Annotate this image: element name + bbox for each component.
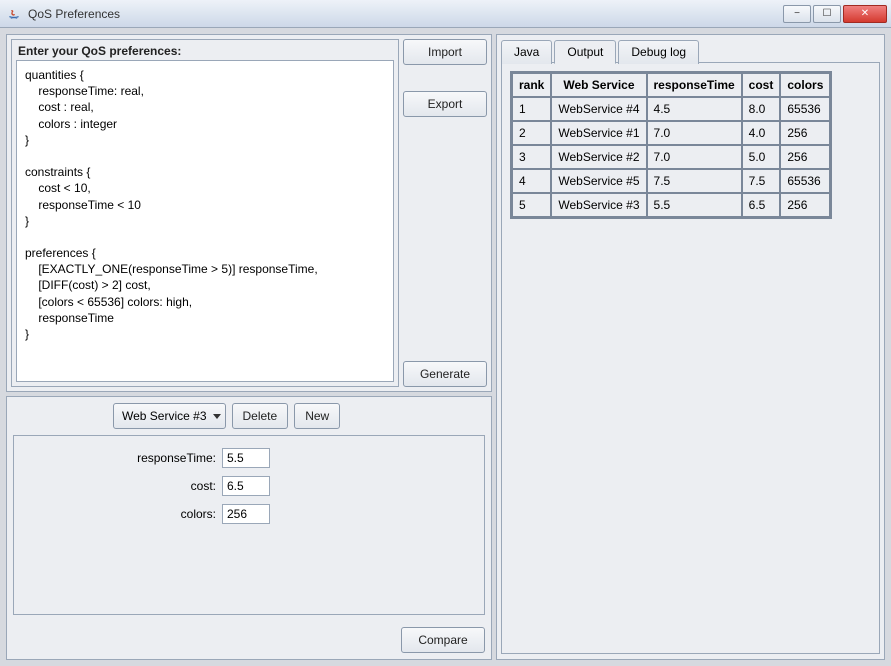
window-title: QoS Preferences: [28, 7, 783, 21]
table-row: 5 WebService #3 5.5 6.5 256: [512, 193, 830, 217]
tab-content-output: rank Web Service responseTime cost color…: [501, 62, 880, 654]
table-row: 1 WebService #4 4.5 8.0 65536: [512, 97, 830, 121]
cell: 256: [780, 121, 830, 145]
preferences-textarea[interactable]: [16, 60, 394, 382]
cell: WebService #3: [551, 193, 646, 217]
table-row: 3 WebService #2 7.0 5.0 256: [512, 145, 830, 169]
delete-button[interactable]: Delete: [232, 403, 289, 429]
cell: 65536: [780, 169, 830, 193]
th-webservice: Web Service: [551, 73, 646, 97]
export-button[interactable]: Export: [403, 91, 487, 117]
cell: WebService #1: [551, 121, 646, 145]
preferences-panel: Enter your QoS preferences: Import Expor…: [6, 34, 492, 392]
table-row: 2 WebService #1 7.0 4.0 256: [512, 121, 830, 145]
colors-label: colors:: [22, 507, 222, 521]
cost-input[interactable]: [222, 476, 270, 496]
window-controls: − ☐ ✕: [783, 5, 887, 23]
cell: 7.0: [647, 121, 742, 145]
table-row: 4 WebService #5 7.5 7.5 65536: [512, 169, 830, 193]
service-selector[interactable]: Web Service #3: [113, 403, 226, 429]
cell: 3: [512, 145, 551, 169]
cell: 8.0: [742, 97, 781, 121]
cell: WebService #2: [551, 145, 646, 169]
cell: 4.0: [742, 121, 781, 145]
minimize-button[interactable]: −: [783, 5, 811, 23]
service-selector-label: Web Service #3: [122, 409, 207, 423]
cell: 5.0: [742, 145, 781, 169]
service-editor-panel: Web Service #3 Delete New responseTime: …: [6, 396, 492, 660]
cell: 1: [512, 97, 551, 121]
cell: 7.0: [647, 145, 742, 169]
results-panel: Java Output Debug log rank Web Service r…: [496, 34, 885, 660]
new-button[interactable]: New: [294, 403, 340, 429]
th-cost: cost: [742, 73, 781, 97]
java-icon: [6, 6, 22, 22]
cell: 2: [512, 121, 551, 145]
colors-input[interactable]: [222, 504, 270, 524]
cell: 7.5: [647, 169, 742, 193]
th-colors: colors: [780, 73, 830, 97]
compare-button[interactable]: Compare: [401, 627, 485, 653]
cell: WebService #4: [551, 97, 646, 121]
cell: 65536: [780, 97, 830, 121]
import-button[interactable]: Import: [403, 39, 487, 65]
close-button[interactable]: ✕: [843, 5, 887, 23]
cell: 256: [780, 145, 830, 169]
cell: 256: [780, 193, 830, 217]
service-form: responseTime: cost: colors:: [13, 435, 485, 615]
chevron-down-icon: [213, 414, 221, 419]
th-rank: rank: [512, 73, 551, 97]
titlebar: QoS Preferences − ☐ ✕: [0, 0, 891, 28]
maximize-button[interactable]: ☐: [813, 5, 841, 23]
cell: 5.5: [647, 193, 742, 217]
output-table: rank Web Service responseTime cost color…: [510, 71, 832, 219]
cell: 6.5: [742, 193, 781, 217]
tab-java[interactable]: Java: [501, 40, 552, 64]
th-responsetime: responseTime: [647, 73, 742, 97]
cell: 5: [512, 193, 551, 217]
preferences-label: Enter your QoS preferences:: [12, 40, 398, 60]
cell: 4.5: [647, 97, 742, 121]
tab-debug[interactable]: Debug log: [618, 40, 699, 64]
cell: 7.5: [742, 169, 781, 193]
cost-label: cost:: [22, 479, 222, 493]
tabs: Java Output Debug log: [501, 39, 880, 63]
responsetime-input[interactable]: [222, 448, 270, 468]
generate-button[interactable]: Generate: [403, 361, 487, 387]
tab-output[interactable]: Output: [554, 40, 616, 64]
cell: WebService #5: [551, 169, 646, 193]
cell: 4: [512, 169, 551, 193]
responsetime-label: responseTime:: [22, 451, 222, 465]
